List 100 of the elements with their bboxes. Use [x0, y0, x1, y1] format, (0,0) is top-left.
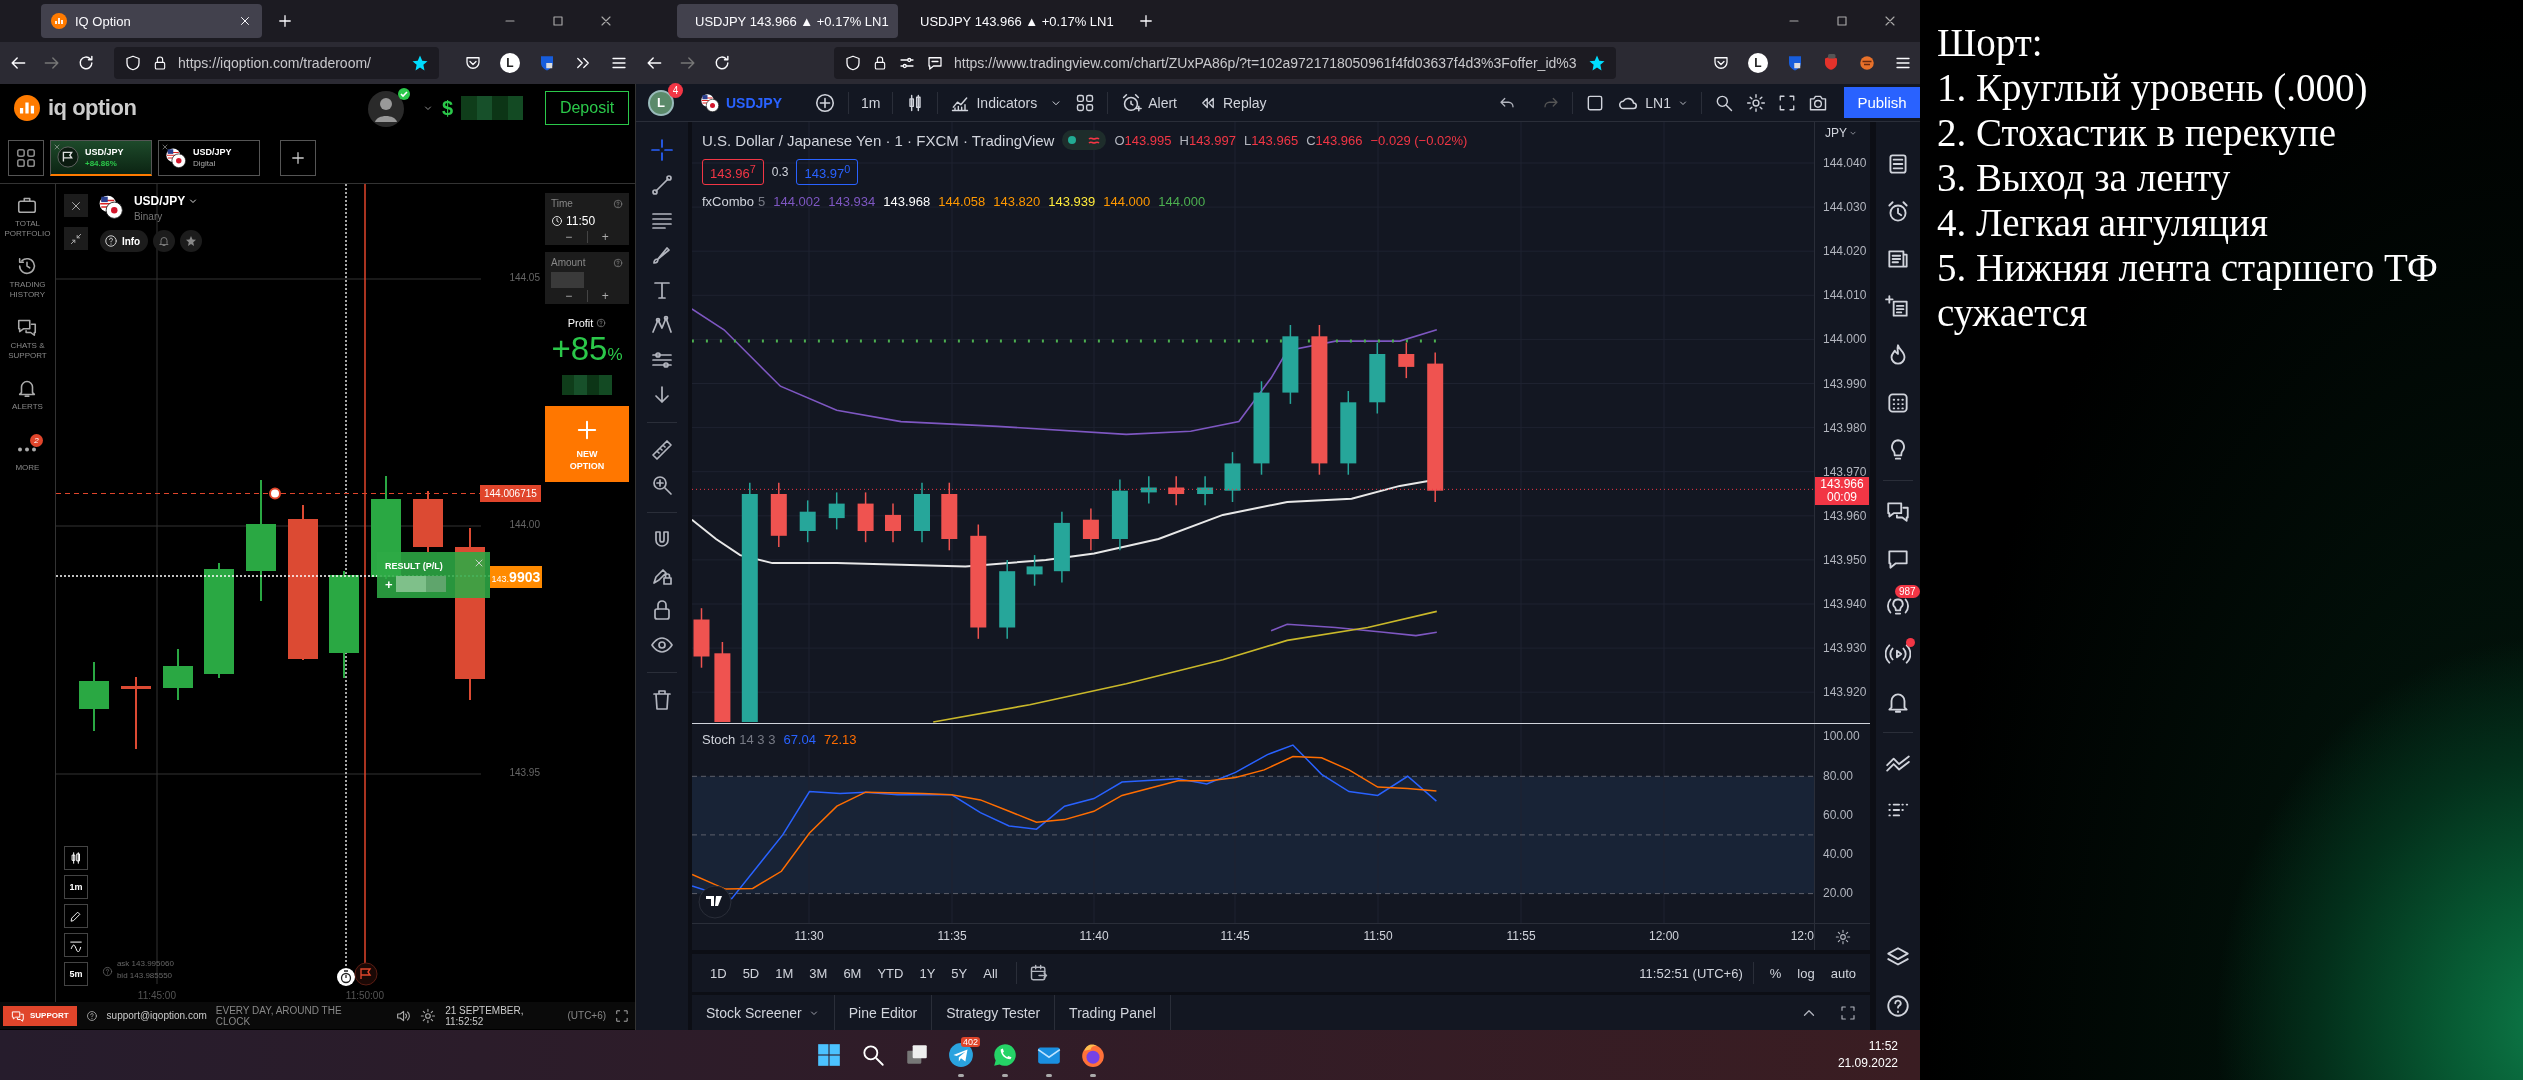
price-level: 143.95	[509, 767, 540, 778]
indicator-name: Stoch	[702, 732, 736, 747]
currency-symbol: $	[441, 96, 453, 120]
indicator-param: 14 3 3	[739, 732, 776, 747]
price-change: −0.029 (−0.02%)	[1370, 132, 1468, 148]
indicator-value: 67.04	[783, 732, 816, 747]
scale-button[interactable]: auto	[1824, 965, 1862, 981]
deposit-button[interactable]: Deposit	[545, 91, 629, 125]
decrease-button[interactable]: −	[551, 290, 587, 302]
sidebar-item[interactable]: TRADING HISTORY	[0, 253, 55, 314]
ohlc-value: O143.995	[1114, 132, 1172, 148]
publish-button[interactable]: Publish	[1844, 87, 1920, 118]
price-level: 144.05	[509, 272, 540, 283]
ohlc-value: H143.997	[1179, 132, 1236, 148]
range-button[interactable]: 6M	[837, 965, 868, 981]
last-price: 143.966	[1819, 478, 1865, 491]
scale-button[interactable]: log	[1791, 965, 1821, 981]
indicator-value: 144.002	[773, 194, 821, 210]
current-price-label: 143.9903	[489, 566, 542, 588]
interval-button[interactable]: 1m	[63, 875, 88, 899]
amount-label: Amount	[551, 257, 586, 268]
buy-price[interactable]: 143.97$^{0}$	[796, 159, 859, 186]
address-bar[interactable]: https://iqoption.com/traderoom/	[114, 47, 439, 79]
stoch-tick: 100.00	[1823, 729, 1860, 743]
sidebar-item[interactable]: CHATS & SUPPORT	[0, 314, 55, 375]
range-button[interactable]: YTD	[871, 965, 910, 981]
increase-button[interactable]: +	[586, 290, 623, 302]
taskbar-app[interactable]: 402	[939, 1030, 983, 1080]
browser-tab[interactable]: IQ Option	[41, 4, 262, 38]
price-tick: 143.930	[1823, 641, 1867, 656]
sidebar-item[interactable]: ALERTS	[0, 375, 55, 436]
interval-button[interactable]: 5m	[63, 962, 88, 986]
price-tick: 143.970	[1823, 464, 1867, 479]
info-button[interactable]: Info	[99, 230, 149, 252]
profile-button[interactable]: L	[1748, 53, 1768, 73]
asset-tab[interactable]: USD/JPY +84.86%	[50, 139, 152, 176]
system-clock[interactable]: 11:52 21.09.2022	[1837, 1038, 1920, 1072]
price-tick: 143.940	[1823, 597, 1867, 611]
strike-price-label: 144.006715	[479, 485, 541, 502]
range-button[interactable]: 1Y	[913, 965, 942, 981]
sidebar-item[interactable]: 2 MORE	[0, 436, 55, 497]
address-bar[interactable]: https://www.tradingview.com/chart/ZUxPA86p/?t=102a9721718050961f4fd03637f4d3%3Foffer_id%3	[834, 47, 1616, 79]
range-button[interactable]: All	[977, 965, 1004, 981]
indicator-value: 143.820	[993, 194, 1041, 210]
profit-label: Profit	[567, 317, 594, 329]
layout-button[interactable]: LN1	[1617, 91, 1689, 114]
price-tick: 144.040	[1823, 156, 1867, 170]
time-tick: 11:55	[1506, 929, 1536, 943]
profile-button[interactable]: L	[648, 89, 674, 116]
currency-button[interactable]: JPY	[1825, 126, 1858, 140]
time-label: 11:45:00	[137, 990, 176, 1001]
support-hours: EVERY DAY, AROUND THE CLOCK	[215, 1004, 343, 1027]
ask-price: ask 143.995060	[116, 959, 174, 968]
decrease-button[interactable]: −	[551, 231, 587, 243]
indicator-value: 144.000	[1103, 194, 1151, 210]
result-title: RESULT (P/L)	[384, 561, 443, 571]
time-value[interactable]: 11:50	[566, 213, 596, 228]
price-tick: 143.950	[1823, 552, 1867, 567]
range-button[interactable]: 3M	[803, 965, 834, 981]
increase-button[interactable]: +	[586, 231, 623, 243]
range-button[interactable]: 1D	[704, 965, 733, 981]
scale-button[interactable]: %	[1763, 965, 1788, 981]
support-email[interactable]: support@iqoption.com	[106, 1010, 207, 1021]
note-item: 1. Круглый уровень (.000)	[1937, 65, 2369, 110]
alert-button[interactable]: Alert	[1120, 91, 1177, 114]
browser-tab[interactable]: USDJPY 143.966 ▲ +0.17% LN1	[677, 4, 898, 38]
notification-badge: 987	[1895, 584, 1920, 598]
time-label: Time	[551, 198, 573, 209]
sell-price[interactable]: 143.96$^{7}$	[702, 159, 764, 186]
note-item: 5. Нижняя лента старшего ТФ сужается	[1937, 245, 2439, 335]
note-title: Шорт:	[1937, 20, 2044, 65]
range-button[interactable]: 1M	[769, 965, 800, 981]
asset-name[interactable]: USD/JPY	[133, 194, 203, 208]
range-button[interactable]: 5Y	[945, 965, 974, 981]
time-tick: 11:45	[1220, 929, 1250, 943]
indicator-value: 143.968	[883, 194, 931, 210]
price-tick: 144.020	[1823, 244, 1867, 259]
price-tick: 143.920	[1823, 685, 1867, 700]
asset-tab[interactable]: USD/JPY Digital	[158, 139, 260, 176]
range-button[interactable]: 5D	[736, 965, 766, 981]
indicators-button[interactable]: Indicators	[950, 92, 1038, 113]
support-button[interactable]: SUPPORT	[3, 1005, 77, 1026]
replay-button[interactable]: Replay	[1199, 93, 1267, 112]
asset-type: Binary	[133, 211, 164, 222]
browser-tab[interactable]: USDJPY 143.966 ▲ +0.17% LN1	[902, 4, 1123, 38]
date-time: 21 SEPTEMBER, 11:52:52	[445, 1004, 525, 1027]
note-item: 3. Выход за ленту	[1937, 155, 2232, 200]
symbol-button[interactable]: USDJPY	[700, 92, 783, 113]
price-tick: 143.980	[1823, 420, 1867, 435]
result-sign: +	[384, 576, 393, 592]
bid-price: bid 143.985550	[116, 971, 173, 980]
time-tick: 12:0	[1790, 929, 1814, 943]
interval-button[interactable]: 1m	[861, 94, 881, 111]
indicator-value: 144.058	[938, 194, 986, 210]
time-tick: 11:35	[937, 929, 967, 943]
profile-button[interactable]: L	[500, 53, 520, 73]
logo-text: iq option	[48, 95, 137, 121]
indicator-name: fxCombo	[702, 194, 755, 210]
ohlc-value: L143.965	[1243, 132, 1299, 148]
sidebar-item[interactable]: TOTAL PORTFOLIO	[0, 192, 55, 253]
